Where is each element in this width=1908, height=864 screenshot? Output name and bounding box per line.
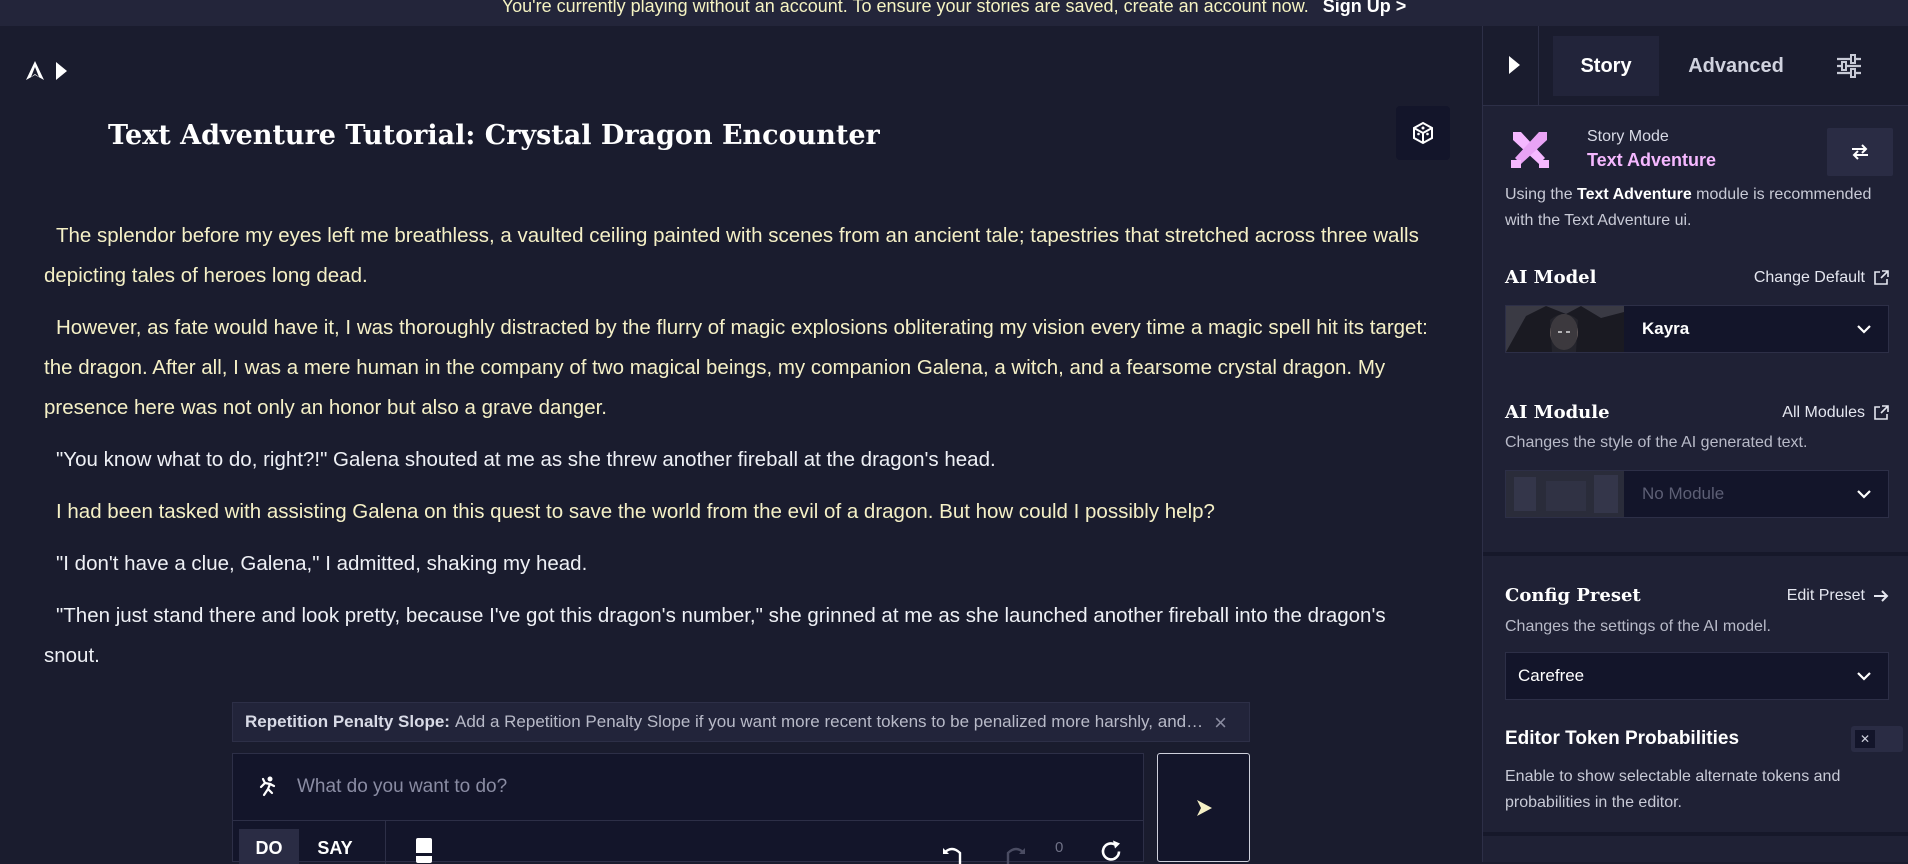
config-preset-section: Config Preset Edit Preset Changes the se… bbox=[1505, 585, 1889, 725]
external-link-icon bbox=[1874, 405, 1889, 420]
expand-left-panel-icon[interactable] bbox=[56, 62, 67, 80]
swap-mode-button[interactable] bbox=[1827, 128, 1893, 176]
book-icon[interactable] bbox=[415, 837, 433, 864]
story-text[interactable]: The splendor before my eyes left me brea… bbox=[44, 216, 1444, 688]
arrow-right-icon bbox=[1874, 590, 1889, 602]
story-mode-description: Using the Text Adventure module is recom… bbox=[1505, 182, 1889, 234]
input-row bbox=[233, 754, 1143, 820]
controls-divider bbox=[385, 821, 386, 864]
config-preset-value: Carefree bbox=[1518, 666, 1585, 685]
ai-model-value: Kayra bbox=[1642, 319, 1690, 338]
signup-link[interactable]: Sign Up > bbox=[1323, 0, 1407, 17]
tip-text: Add a Repetition Penalty Slope if you wa… bbox=[454, 712, 1204, 731]
tip-label: Repetition Penalty Slope: bbox=[245, 712, 450, 731]
panel-header: Story Advanced bbox=[1483, 26, 1908, 106]
send-button[interactable] bbox=[1157, 753, 1250, 862]
retry-icon[interactable] bbox=[1099, 839, 1123, 864]
ai-module-select[interactable]: No Module bbox=[1505, 470, 1889, 518]
all-modules-label: All Modules bbox=[1782, 404, 1865, 421]
story-mode-value: Text Adventure bbox=[1587, 150, 1717, 170]
story-mode-label: Story Mode bbox=[1587, 128, 1669, 145]
run-icon bbox=[259, 776, 276, 797]
chevron-down-icon bbox=[1857, 490, 1871, 499]
say-mode-button[interactable]: SAY bbox=[305, 829, 365, 864]
redo-icon[interactable] bbox=[1005, 845, 1027, 864]
redo-count: 0 bbox=[1055, 839, 1064, 856]
header-divider bbox=[1538, 26, 1539, 106]
tip-bar: Repetition Penalty Slope: Add a Repetiti… bbox=[232, 702, 1250, 742]
swords-icon bbox=[1511, 132, 1549, 168]
chevron-down-icon bbox=[1857, 672, 1871, 681]
swap-icon bbox=[1852, 144, 1868, 160]
config-preset-title: Config Preset bbox=[1505, 585, 1641, 606]
external-link-icon bbox=[1874, 270, 1889, 285]
logo-icon[interactable] bbox=[24, 60, 46, 82]
change-default-label: Change Default bbox=[1753, 269, 1865, 286]
panel-divider bbox=[1483, 832, 1908, 836]
ai-module-section: AI Module All Modules Changes the style … bbox=[1505, 402, 1889, 552]
story-title[interactable]: Text Adventure Tutorial: Crystal Dragon … bbox=[108, 120, 880, 151]
config-preset-description: Changes the settings of the AI model. bbox=[1505, 618, 1771, 635]
settings-panel: Story Advanced Story Mode Text Adventure… bbox=[1482, 26, 1908, 862]
ai-model-select[interactable]: Kayra bbox=[1505, 305, 1889, 353]
undo-icon[interactable] bbox=[941, 845, 963, 864]
edit-preset-label: Edit Preset bbox=[1786, 587, 1865, 604]
story-paragraph[interactable]: "You know what to do, right?!" Galena sh… bbox=[44, 440, 1444, 480]
token-probabilities-title: Editor Token Probabilities bbox=[1505, 728, 1740, 749]
change-default-link[interactable]: Change Default bbox=[1754, 269, 1889, 287]
do-mode-button[interactable]: DO bbox=[239, 829, 299, 864]
action-input[interactable] bbox=[295, 775, 1099, 799]
dice-button[interactable] bbox=[1396, 106, 1450, 160]
tab-story[interactable]: Story bbox=[1553, 36, 1659, 96]
story-paragraph[interactable]: However, as fate would have it, I was th… bbox=[44, 308, 1444, 428]
ai-module-value: No Module bbox=[1642, 484, 1725, 503]
panel-divider bbox=[1483, 552, 1908, 556]
ai-module-description: Changes the style of the AI generated te… bbox=[1505, 434, 1808, 451]
story-paragraph[interactable]: I had been tasked with assisting Galena … bbox=[44, 492, 1444, 532]
close-tip-button[interactable]: × bbox=[1214, 710, 1227, 736]
kayra-avatar bbox=[1506, 306, 1624, 352]
story-paragraph[interactable]: "Then just stand there and look pretty, … bbox=[44, 596, 1444, 676]
send-icon bbox=[1196, 799, 1212, 816]
top-left-toolbar bbox=[24, 60, 67, 82]
desc-bold: Text Adventure bbox=[1577, 186, 1692, 203]
dice-icon bbox=[1413, 121, 1433, 145]
token-probabilities-toggle[interactable]: ✕ bbox=[1851, 726, 1903, 752]
story-paragraph[interactable]: The splendor before my eyes left me brea… bbox=[44, 216, 1444, 296]
tab-advanced[interactable]: Advanced bbox=[1659, 36, 1813, 96]
settings-sliders-icon[interactable] bbox=[1833, 50, 1865, 82]
chevron-down-icon bbox=[1857, 325, 1871, 334]
module-thumbnail bbox=[1506, 471, 1624, 517]
collapse-panel-icon[interactable] bbox=[1509, 56, 1520, 74]
ai-model-title: AI Model bbox=[1505, 267, 1597, 288]
input-controls: DO SAY 0 bbox=[233, 820, 1143, 864]
config-preset-select[interactable]: Carefree bbox=[1505, 652, 1889, 700]
banner-message: You're currently playing without an acco… bbox=[501, 0, 1309, 16]
ai-model-section: AI Model Change Default Kayra bbox=[1505, 267, 1889, 377]
account-banner: You're currently playing without an acco… bbox=[0, 0, 1908, 26]
toggle-knob: ✕ bbox=[1855, 730, 1875, 748]
ai-module-title: AI Module bbox=[1505, 402, 1610, 423]
action-input-box: DO SAY 0 bbox=[232, 753, 1144, 864]
story-paragraph[interactable]: "I don't have a clue, Galena," I admitte… bbox=[44, 544, 1444, 584]
token-probabilities-section: Editor Token Probabilities ✕ Enable to s… bbox=[1505, 726, 1903, 846]
all-modules-link[interactable]: All Modules bbox=[1782, 404, 1889, 422]
desc-pre: Using the bbox=[1505, 186, 1578, 203]
edit-preset-link[interactable]: Edit Preset bbox=[1787, 587, 1889, 605]
token-probabilities-description: Enable to show selectable alternate toke… bbox=[1505, 768, 1841, 811]
